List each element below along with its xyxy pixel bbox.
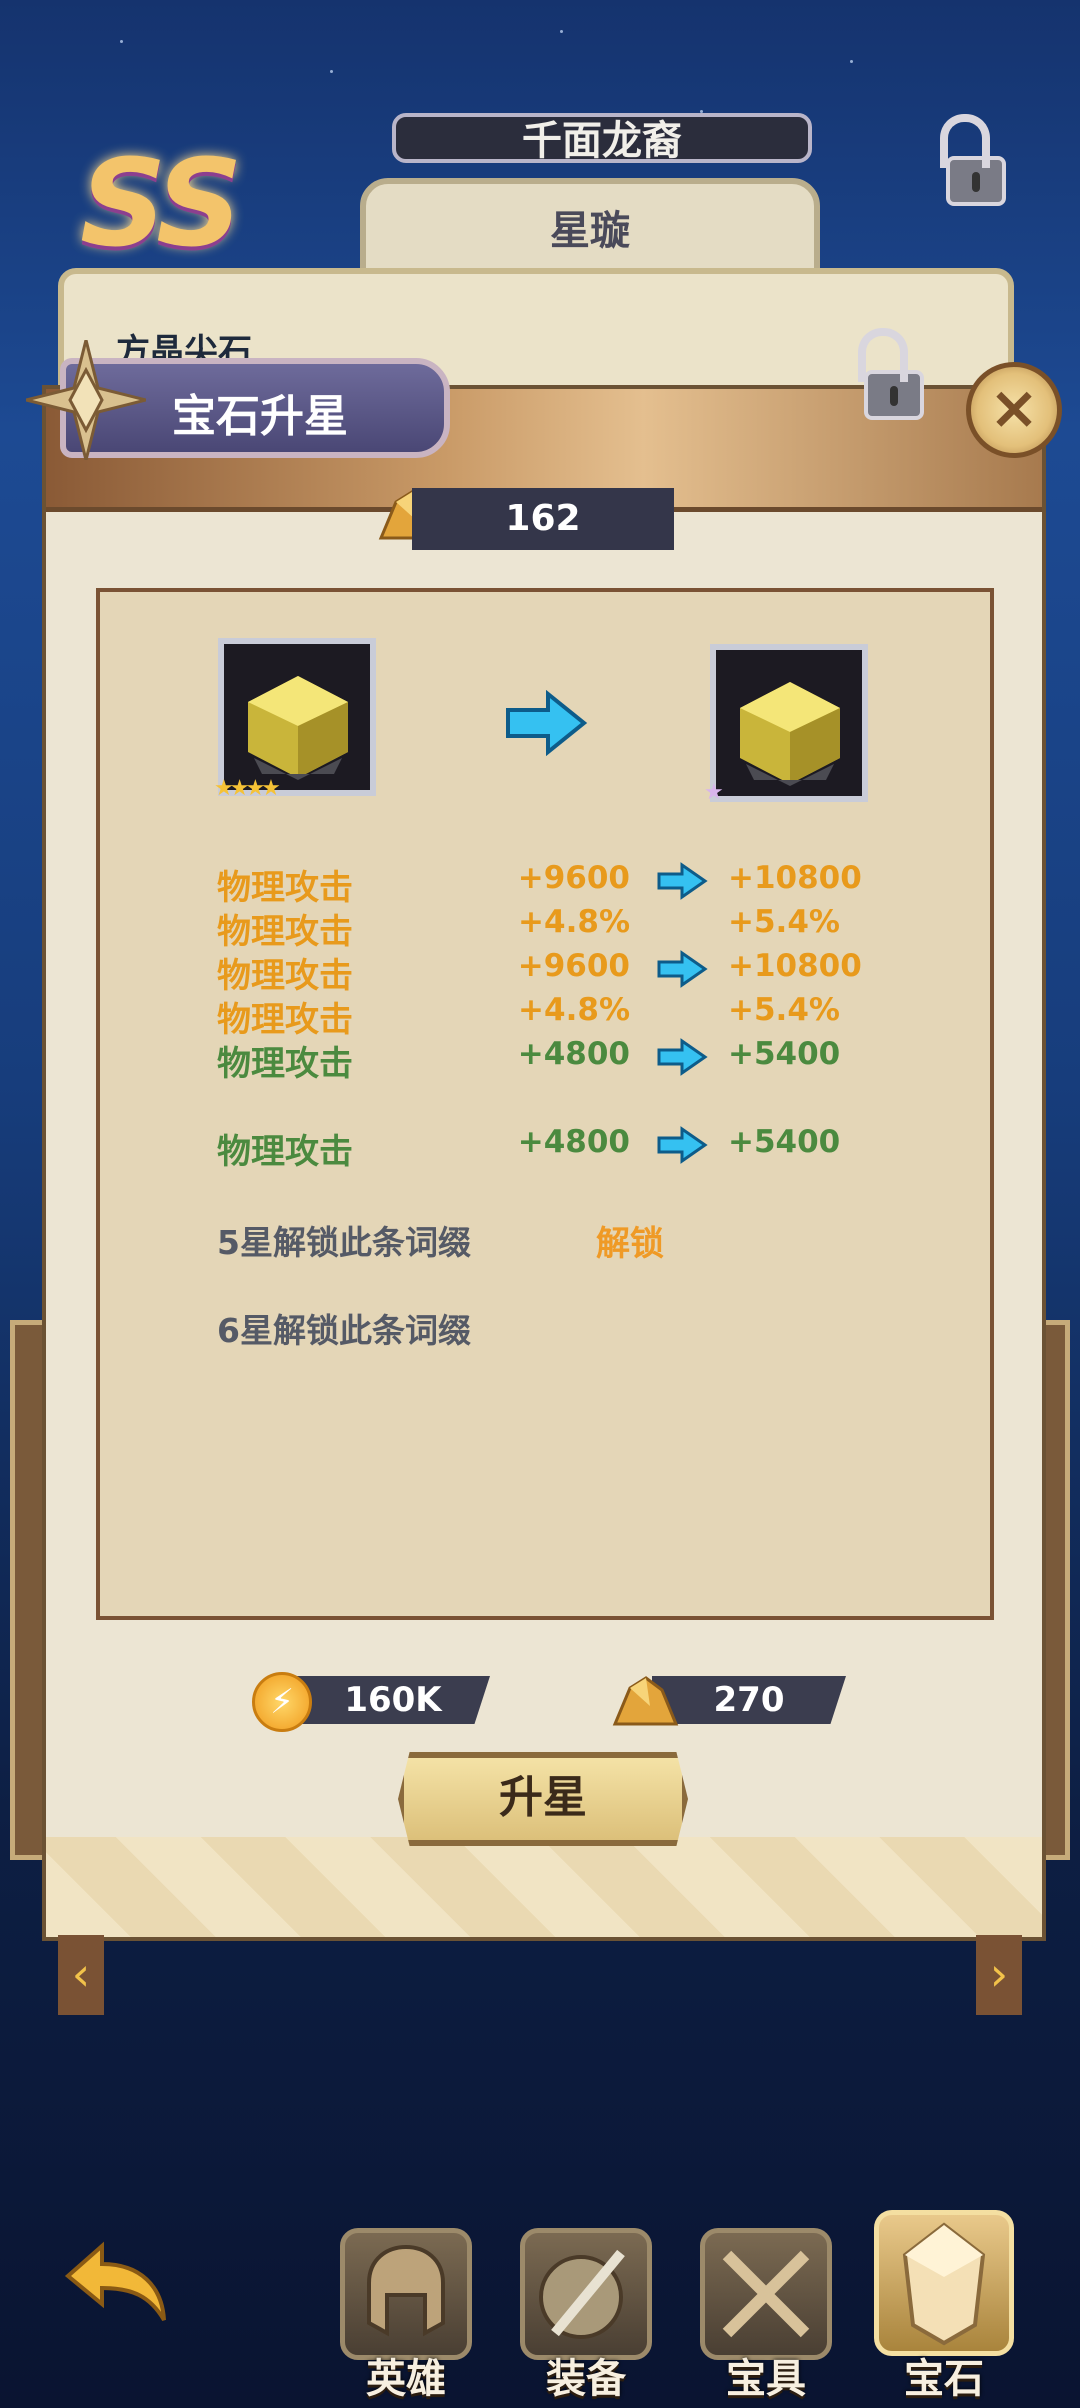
modal-title: 宝石升星 <box>172 391 348 442</box>
next-arrow-button[interactable]: › <box>976 1935 1022 2015</box>
hero-subtitle-tab: 星璇 <box>360 178 820 278</box>
tab-gems-label: 宝石 <box>904 2356 984 2402</box>
gold-coin-icon: ⚡ <box>252 1672 312 1732</box>
stat-name: 物理攻击 <box>217 912 353 952</box>
tab-treasure[interactable] <box>700 2228 832 2360</box>
back-arrow-icon[interactable] <box>62 2236 172 2326</box>
stat-old-value: +9600 <box>517 948 630 984</box>
stat-old-value: +4800 <box>517 1124 630 1160</box>
tab-equipment-label: 装备 <box>546 2356 626 2402</box>
lock-open-icon[interactable] <box>940 114 1006 206</box>
next-gem-slot[interactable] <box>710 644 868 802</box>
prev-arrow-button[interactable]: ‹ <box>58 1935 104 2015</box>
stat-name: 物理攻击 <box>217 956 353 996</box>
stat-old-value: +4.8% <box>518 992 630 1028</box>
rank-badge: SS <box>80 135 243 274</box>
yellow-gem-icon <box>740 682 840 786</box>
stat-row: 物理攻击 +9600 +10800 <box>100 948 998 996</box>
stat-name: 物理攻击 <box>217 1132 353 1172</box>
shield-sword-icon <box>539 2249 625 2339</box>
close-button[interactable]: × <box>966 362 1062 458</box>
modal-footer <box>46 1837 1042 1937</box>
crossed-swords-icon <box>722 2250 810 2338</box>
current-gem-stars: ★★★★ <box>214 776 281 801</box>
tab-heroes[interactable] <box>340 2228 472 2360</box>
right-arrow-icon <box>506 690 588 756</box>
stat-new-value: +10800 <box>728 860 862 896</box>
locked-affix-5star: 5星解锁此条词缀 <box>217 1223 471 1262</box>
upgrade-star-button[interactable]: 升星 <box>398 1752 688 1846</box>
helmet-icon <box>367 2244 445 2337</box>
lock-open-icon <box>858 328 924 420</box>
material-count: 162 <box>412 488 674 550</box>
compass-ornament-icon <box>26 340 146 460</box>
hero-subtitle: 星璇 <box>550 208 630 254</box>
ore-icon <box>612 1676 679 1726</box>
right-arrow-icon <box>657 1126 708 1164</box>
stat-new-value: +5400 <box>728 1036 841 1072</box>
right-arrow-icon <box>657 950 708 988</box>
stat-row: 物理攻击 +4800 +5400 <box>100 1036 998 1084</box>
stat-new-value: +5400 <box>728 1124 841 1160</box>
right-arrow-icon <box>657 1038 708 1076</box>
stat-row: 物理攻击 +4.8% +5.4% <box>100 904 998 952</box>
current-gem-slot[interactable] <box>218 638 376 796</box>
stat-name: 物理攻击 <box>217 868 353 908</box>
right-arrow-icon <box>657 862 708 900</box>
stat-row: 物理攻击 +4.8% +5.4% <box>100 992 998 1040</box>
yellow-gem-icon <box>248 676 348 780</box>
stat-old-value: +4.8% <box>518 904 630 940</box>
stat-new-value: +10800 <box>728 948 862 984</box>
ore-cost: 270 <box>652 1676 846 1724</box>
stat-name: 物理攻击 <box>217 1044 353 1084</box>
stat-new-value: +5.4% <box>728 904 840 940</box>
gold-cost: 160K <box>296 1676 490 1724</box>
close-icon: × <box>988 373 1040 443</box>
tab-treasure-label: 宝具 <box>726 2356 806 2402</box>
stat-row: 物理攻击 +9600 +10800 <box>100 860 998 908</box>
stat-old-value: +9600 <box>517 860 630 896</box>
stat-new-value: +5.4% <box>728 992 840 1028</box>
gem-icon <box>902 2222 986 2346</box>
locked-affix-6star: 6星解锁此条词缀 <box>217 1311 471 1350</box>
hero-name: 千面龙裔 <box>392 113 812 164</box>
tab-gems[interactable] <box>874 2210 1014 2356</box>
stat-row: 物理攻击 +4800 +5400 <box>100 1124 998 1172</box>
upgrade-panel: ★★★★ ★ 物理攻击 +9600 +10800 物理攻击 +4.8% +5.4… <box>96 588 994 1620</box>
next-gem-stars: ★ <box>704 780 724 805</box>
stat-name: 物理攻击 <box>217 1000 353 1040</box>
unlock-button[interactable]: 解锁 <box>596 1216 664 1265</box>
tab-heroes-label: 英雄 <box>366 2356 446 2402</box>
tab-equipment[interactable] <box>520 2228 652 2360</box>
stat-old-value: +4800 <box>517 1036 630 1072</box>
